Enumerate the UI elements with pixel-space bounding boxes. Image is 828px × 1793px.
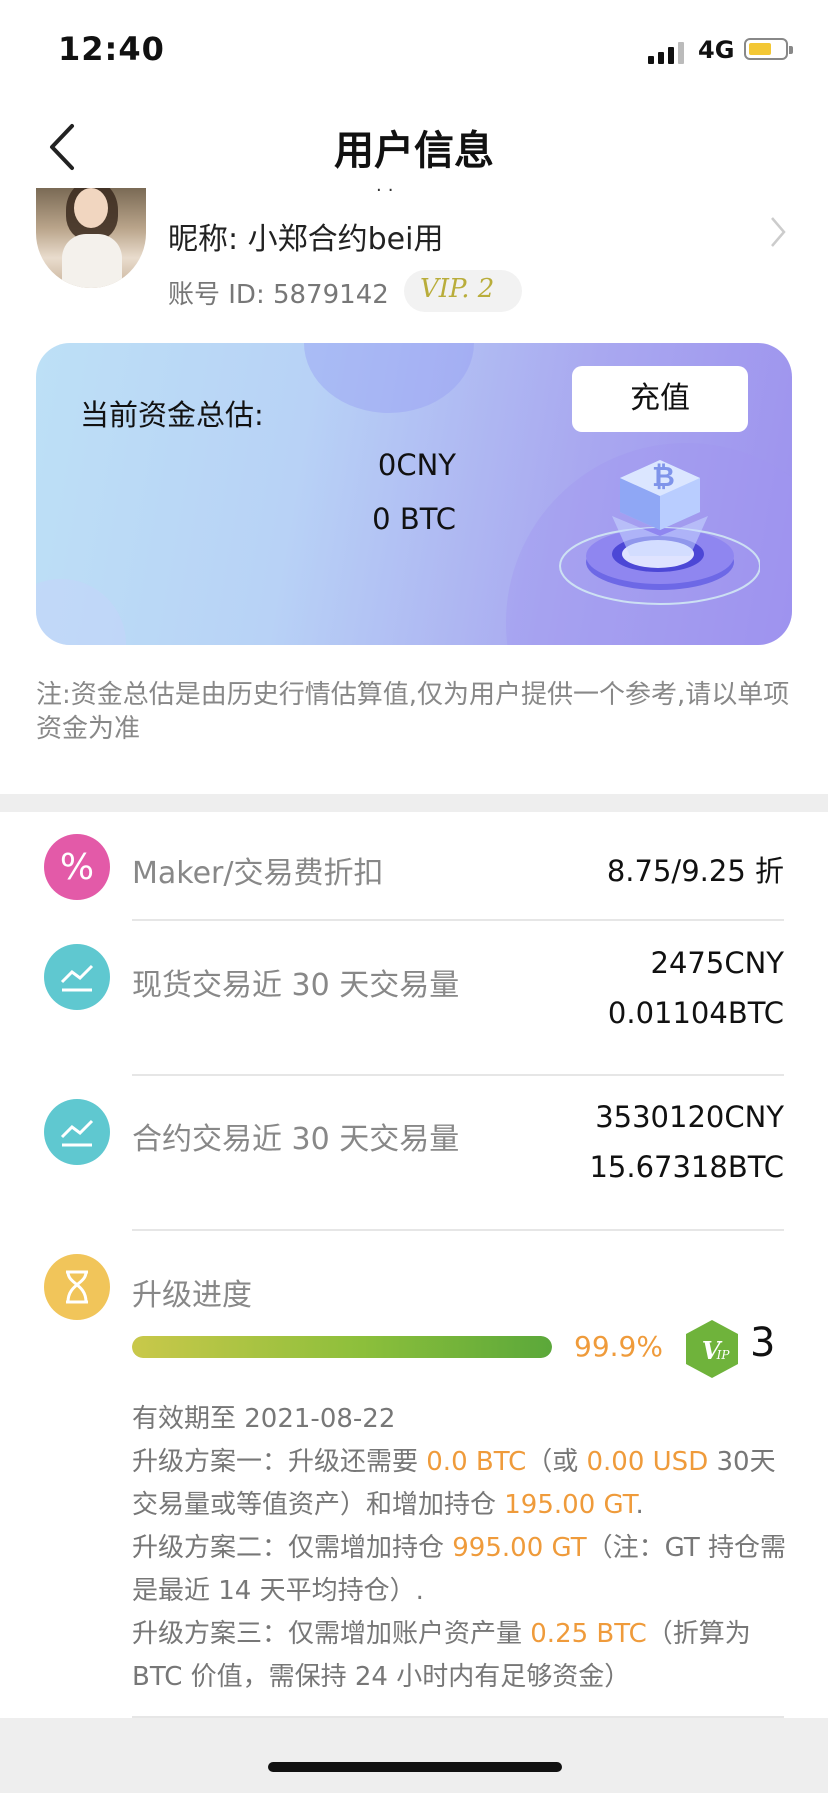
contract-volume-cny: 3530120CNY xyxy=(595,1100,784,1134)
row-divider xyxy=(132,919,784,921)
asset-cny-value: 0CNY xyxy=(377,448,456,482)
recharge-button[interactable]: 充值 xyxy=(572,366,748,432)
svg-text:%: % xyxy=(60,847,94,888)
asset-note: 注:资金总估是由历史行情估算值,仅为用户提供一个参考,请以单项资金为准 xyxy=(36,680,790,744)
signal-icon xyxy=(648,40,686,64)
profile-chevron-right-icon[interactable] xyxy=(768,214,788,250)
contract-volume-btc: 15.67318BTC xyxy=(589,1150,784,1184)
upgrade-plans: 有效期至 2021-08-22 升级方案一：升级还需要 0.0 BTC（或 0.… xyxy=(132,1398,792,1699)
row-divider xyxy=(132,1074,784,1076)
valid-until: 有效期至 2021-08-22 xyxy=(132,1404,396,1434)
trend-icon xyxy=(44,1099,110,1165)
upgrade-plan-2: 升级方案二：仅需增加持仓 995.00 GT（注：GT 持仓需是最近 14 天平… xyxy=(132,1533,786,1606)
spot-volume-btc: 0.01104BTC xyxy=(607,996,784,1030)
spot-volume-label: 现货交易近 30 天交易量 xyxy=(132,968,460,1003)
page-title: 用户信息 xyxy=(334,128,494,174)
bottom-safe-area xyxy=(0,1718,828,1793)
avatar[interactable] xyxy=(36,188,146,288)
upgrade-plan-3: 升级方案三：仅需增加账户资产量 0.25 BTC（折算为 BTC 价值，需保持 … xyxy=(132,1619,751,1692)
upgrade-progress-label: 升级进度 xyxy=(132,1278,252,1313)
maker-fee-value: 8.75/9.25 折 xyxy=(606,854,784,888)
vip-hexagon-icon: V IP xyxy=(684,1318,740,1380)
svg-text:IP: IP xyxy=(716,1348,731,1362)
next-vip-level: 3 xyxy=(750,1320,776,1366)
bitcoin-illustration-icon: ₿ xyxy=(540,456,761,606)
vip-badge-label: VIP. 2 xyxy=(420,274,495,304)
row-divider xyxy=(132,1229,784,1231)
spot-volume-cny: 2475CNY xyxy=(650,946,784,980)
contract-volume-label: 合约交易近 30 天交易量 xyxy=(132,1122,460,1157)
status-time: 12:40 xyxy=(58,30,165,68)
nickname: 昵称: 小郑合约bei用 xyxy=(168,222,444,257)
upgrade-progress-bar xyxy=(132,1336,552,1358)
upgrade-progress-percent: 99.9% xyxy=(574,1330,663,1363)
percent-icon: % xyxy=(44,834,110,900)
svg-text:₿: ₿ xyxy=(652,460,675,493)
upgrade-plan-1: 升级方案一：升级还需要 0.0 BTC（或 0.00 USD 30天交易量或等值… xyxy=(132,1447,776,1520)
maker-fee-label: Maker/交易费折扣 xyxy=(132,856,384,891)
network-label: 4G xyxy=(698,36,735,64)
trend-icon xyxy=(44,944,110,1010)
battery-icon xyxy=(744,38,793,60)
account-id: 账号 ID: 5879142 xyxy=(168,280,389,310)
section-divider xyxy=(0,794,828,812)
home-indicator[interactable] xyxy=(268,1762,562,1772)
asset-total-label: 当前资金总估: xyxy=(80,398,264,432)
asset-btc-value: 0 BTC xyxy=(372,502,456,536)
upgrade-progress-fill xyxy=(132,1336,552,1358)
page-indicator-dots: ·· xyxy=(376,180,400,201)
hourglass-icon xyxy=(44,1254,110,1320)
